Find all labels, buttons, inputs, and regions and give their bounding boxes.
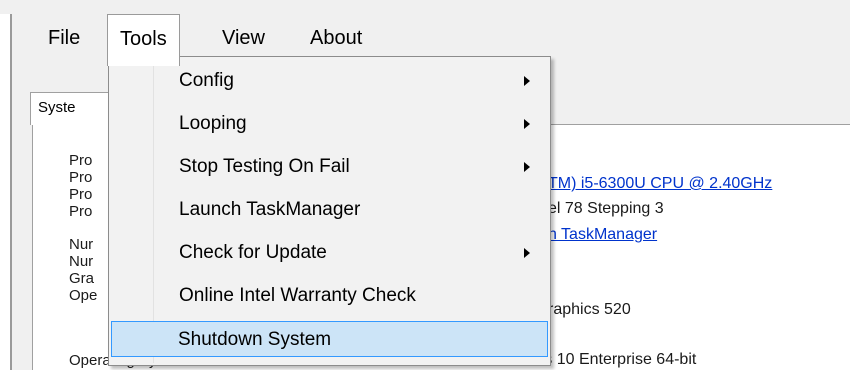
menu-item-stop-testing-on-fail[interactable]: Stop Testing On Fail [111, 149, 548, 185]
submenu-arrow-icon [524, 248, 530, 258]
processor-value-link[interactable]: TM) i5-6300U CPU @ 2.40GHz [548, 174, 772, 193]
menu-item-check-for-update[interactable]: Check for Update [111, 235, 548, 271]
taskmanager-link[interactable]: h TaskManager [548, 225, 657, 244]
menu-item-looping[interactable]: Looping [111, 106, 548, 142]
graphics-value: raphics 520 [548, 301, 631, 318]
window-frame-left [0, 14, 12, 370]
menu-item-label: Config [179, 70, 234, 91]
menu-item-label: Looping [179, 113, 247, 134]
info-label: Pro [69, 186, 93, 203]
info-label: Pro [69, 169, 93, 186]
menu-view[interactable]: View [210, 14, 277, 62]
info-label: Nur [69, 253, 94, 270]
info-label: Nur [69, 236, 94, 253]
submenu-arrow-icon [524, 119, 530, 129]
menu-item-label: Online Intel Warranty Check [179, 285, 416, 306]
info-label: Ope [69, 287, 98, 304]
menu-tools[interactable]: Tools [107, 14, 180, 66]
tools-dropdown-menu: Config Looping Stop Testing On Fail Laun… [108, 56, 551, 366]
menu-about[interactable]: About [298, 14, 374, 62]
info-label: Pro [69, 203, 93, 220]
menu-item-label: Stop Testing On Fail [179, 156, 350, 177]
menu-item-online-intel-warranty-check[interactable]: Online Intel Warranty Check [111, 278, 548, 314]
menu-file[interactable]: File [36, 14, 92, 62]
info-label: Pro [69, 152, 93, 169]
processor-model-value: el 78 Stepping 3 [548, 200, 664, 217]
submenu-arrow-icon [524, 76, 530, 86]
menu-item-label: Launch TaskManager [179, 199, 361, 220]
submenu-arrow-icon [524, 162, 530, 172]
menu-item-launch-taskmanager[interactable]: Launch TaskManager [111, 192, 548, 228]
menu-item-label: Check for Update [179, 242, 327, 263]
menu-item-config[interactable]: Config [111, 63, 548, 99]
menu-item-label: Shutdown System [178, 329, 332, 350]
menu-item-shutdown-system[interactable]: Shutdown System [111, 321, 548, 357]
info-label: Gra [69, 270, 95, 287]
